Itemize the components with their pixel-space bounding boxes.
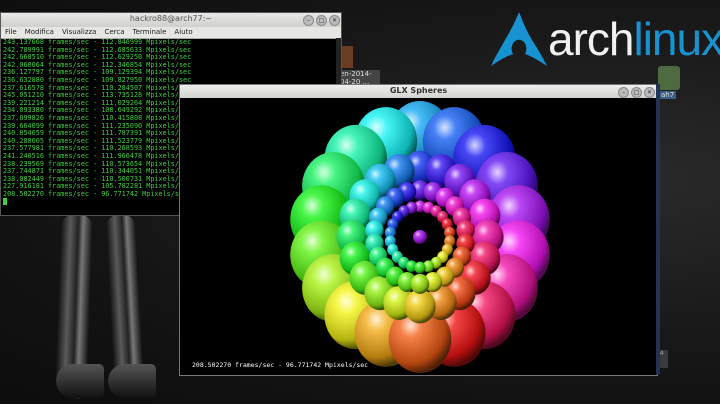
sphere — [414, 261, 426, 274]
desktop-file-icon[interactable] — [341, 46, 353, 68]
menu-file[interactable]: File — [5, 28, 17, 36]
glx-minimize-button[interactable]: – — [618, 87, 629, 98]
glx-spheres-window[interactable]: GLX Spheres – □ ✕ 208.502270 frames/sec … — [179, 84, 658, 376]
menu-aiuto[interactable]: Aiuto — [174, 28, 192, 36]
glx-title: GLX Spheres — [389, 86, 448, 95]
arch-linux-logo: archlinux — [490, 10, 720, 70]
arch-linux-wordmark: archlinux — [548, 13, 720, 65]
glx-titlebar[interactable]: GLX Spheres – □ ✕ — [180, 85, 657, 98]
terminal-title: hackro88@arch77:~ — [129, 14, 213, 23]
menu-visualizza[interactable]: Visualizza — [62, 28, 96, 36]
terminal-titlebar[interactable]: hackro88@arch77:~ – □ ✕ — [1, 13, 341, 27]
arch-logo-icon — [491, 12, 547, 66]
center-sphere — [413, 230, 427, 244]
window-edge — [656, 84, 660, 374]
terminal-cursor — [3, 198, 7, 206]
glx-render-canvas — [290, 101, 550, 373]
folder-label[interactable]: ah7 — [659, 91, 677, 99]
sphere — [404, 289, 436, 324]
glx-close-button[interactable]: ✕ — [644, 87, 655, 98]
menu-terminale[interactable]: Terminale — [133, 28, 167, 36]
minimize-button[interactable]: – — [303, 15, 314, 26]
close-button[interactable]: ✕ — [329, 15, 340, 26]
maximize-button[interactable]: □ — [316, 15, 327, 26]
terminal-menubar: File Modifica Visualizza Cerca Terminale Aiut… — [1, 27, 341, 39]
glx-fps-readout: 208.502270 frames/sec - 96.771742 Mpixel… — [192, 361, 369, 369]
boots-wallpaper-image — [50, 213, 160, 404]
sphere — [410, 273, 430, 294]
menu-modifica[interactable]: Modifica — [25, 28, 54, 36]
glx-maximize-button[interactable]: □ — [631, 87, 642, 98]
folder-icon[interactable] — [658, 66, 680, 90]
menu-cerca[interactable]: Cerca — [104, 28, 124, 36]
